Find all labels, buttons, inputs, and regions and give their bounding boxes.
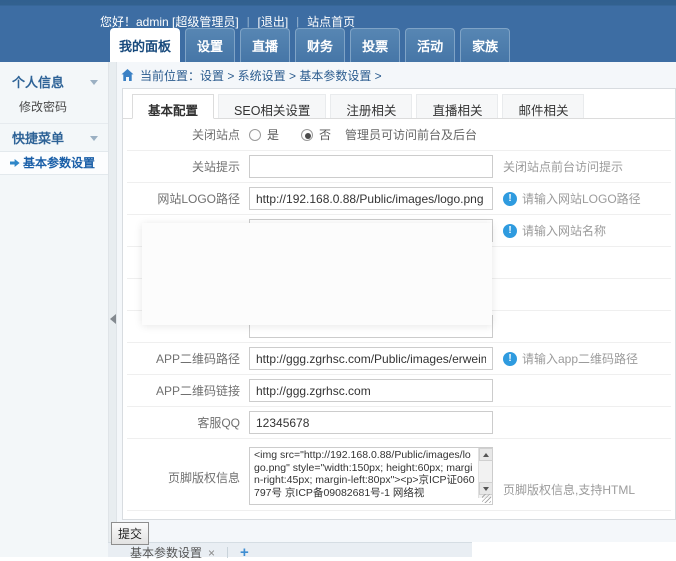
field-label: APP二维码链接 [131,382,249,399]
form-row-app-qr-path: APP二维码路径 ! 请输入app二维码路径 [127,343,671,375]
field-label: 页脚版权信息 [131,447,249,486]
radio-no[interactable] [301,129,313,141]
sidebar-group-title-shortcuts[interactable]: 快捷菜单 [0,126,108,151]
close-site-note: 管理员可访问前台及后台 [345,126,477,143]
close-site-radio-group: 是 否 管理员可访问前台及后台 [249,126,477,143]
tab-live-related[interactable]: 直播相关 [416,94,498,118]
tab-finance[interactable]: 财务 [295,28,345,62]
field-label: APP二维码路径 [131,350,249,367]
divider [227,547,228,558]
field-hint: 页脚版权信息,支持HTML [503,481,635,498]
info-icon: ! [503,352,517,366]
field-label: 网站LOGO路径 [131,190,249,207]
censored-overlay [142,223,492,325]
main-nav-tabs: 我的面板 设置 直播 财务 投票 活动 家族 [110,28,510,62]
tab-settings[interactable]: 设置 [185,28,235,62]
sidebar-item-change-password[interactable]: 修改密码 [0,95,108,119]
footer-copyright-textarea[interactable]: <img src="http://192.168.0.88/Public/ima… [249,447,493,505]
sidebar-group-personal: 个人信息 修改密码 [0,70,108,119]
tab-seo-settings[interactable]: SEO相关设置 [218,94,326,118]
form-row-footer-copyright: 页脚版权信息 <img src="http://192.168.0.88/Pub… [127,439,671,511]
textarea-scrollbar[interactable] [478,448,492,498]
divider: | [296,16,299,28]
tab-activity[interactable]: 活动 [405,28,455,62]
info-icon: ! [503,224,517,238]
admin-page: 您好！admin [超级管理员] | [退出] | 站点首页 我的面板 设置 直… [0,0,676,557]
resize-grip-icon[interactable] [482,494,491,503]
sidebar-group-shortcuts: 快捷菜单 基本参数设置 [0,123,108,175]
field-label: 关站提示 [131,158,249,175]
radio-yes-label: 是 [267,126,279,143]
divider: | [247,16,250,28]
radio-no-label: 否 [319,126,331,143]
sidebar: 个人信息 修改密码 快捷菜单 基本参数设置 [0,62,108,557]
tab-my-panel[interactable]: 我的面板 [110,28,180,62]
sidebar-splitter[interactable] [108,62,117,557]
tab-mail-related[interactable]: 邮件相关 [502,94,584,118]
scrollbar-up-icon[interactable] [479,448,493,461]
app-qr-path-input[interactable] [249,347,493,370]
tab-family[interactable]: 家族 [460,28,510,62]
form-row-service-qq: 客服QQ [127,407,671,439]
breadcrumb-text[interactable]: 当前位置：设置 > 系统设置 > 基本参数设置 > [140,67,382,84]
home-icon [121,69,134,81]
field-label: 客服QQ [131,414,249,431]
submit-button[interactable]: 提交 [111,522,149,545]
tab-register[interactable]: 注册相关 [330,94,412,118]
field-hint: 关闭站点前台访问提示 [503,158,623,175]
footer-copyright-editor: <img src="http://192.168.0.88/Public/ima… [249,447,493,505]
bottom-tab-label: 基本参数设置 [130,544,202,561]
bottom-tab-basic-params[interactable]: 基本参数设置 × + [130,544,249,561]
service-qq-input[interactable] [249,411,493,434]
tab-live[interactable]: 直播 [240,28,290,62]
form-row-close-tip: 关站提示 关闭站点前台访问提示 [127,151,671,183]
form-row-close-site: 关闭站点 是 否 管理员可访问前台及后台 [127,119,671,151]
field-hint: ! 请输入网站LOGO路径 [503,190,641,207]
app-qr-link-input[interactable] [249,379,493,402]
sidebar-group-label: 快捷菜单 [12,131,64,146]
breadcrumb: 当前位置：设置 > 系统设置 > 基本参数设置 > [117,62,676,88]
tab-basic-config[interactable]: 基本配置 [132,94,214,119]
logo-path-input[interactable] [249,187,493,210]
collapse-sidebar-icon[interactable] [110,314,116,324]
bottom-strip-background: 基本参数设置 × + [108,542,472,557]
radio-yes[interactable] [249,129,261,141]
tab-vote[interactable]: 投票 [350,28,400,62]
close-tip-input[interactable] [249,155,493,178]
sidebar-group-title-personal[interactable]: 个人信息 [0,70,108,95]
info-icon: ! [503,192,517,206]
chevron-down-icon [90,136,98,141]
chevron-down-icon [90,80,98,85]
field-hint: ! 请输入网站名称 [503,222,606,239]
arrow-right-icon [10,158,20,168]
field-label: 关闭站点 [131,126,249,143]
field-hint: ! 请输入app二维码路径 [503,350,638,367]
settings-tabs: 基本配置 SEO相关设置 注册相关 直播相关 邮件相关 [123,89,675,119]
sidebar-item-label: 基本参数设置 [23,151,95,175]
sidebar-item-basic-params[interactable]: 基本参数设置 [0,151,108,175]
form-row-app-qr-link: APP二维码链接 [127,375,671,407]
header-bar: 您好！admin [超级管理员] | [退出] | 站点首页 我的面板 设置 直… [0,0,676,62]
close-icon[interactable]: × [208,546,215,560]
bottom-tab-strip: 基本参数设置 × + [108,542,676,557]
form-row-logo-path: 网站LOGO路径 ! 请输入网站LOGO路径 [127,183,671,215]
sidebar-group-label: 个人信息 [12,75,64,90]
